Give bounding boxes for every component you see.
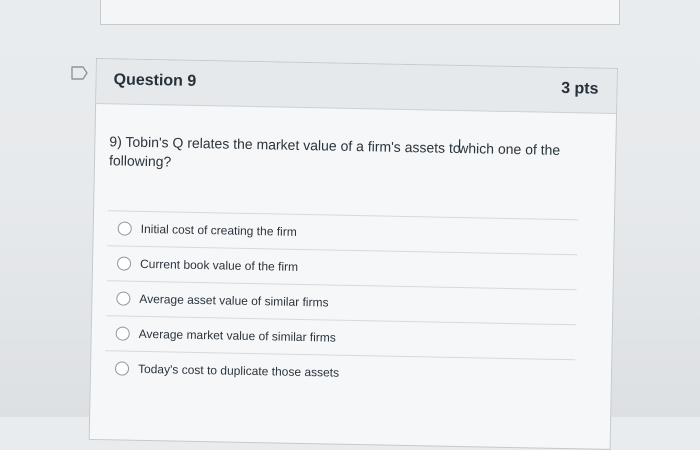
radio-button[interactable] bbox=[117, 221, 132, 236]
radio-button[interactable] bbox=[114, 361, 130, 376]
question-title: Question 9 bbox=[113, 71, 197, 90]
radio-button[interactable] bbox=[115, 326, 130, 341]
answer-label[interactable]: Average market value of similar firms bbox=[139, 327, 336, 345]
answer-list: Initial cost of creating the firm Curren… bbox=[104, 210, 578, 395]
question-card: Question 9 3 pts 9) Tobin's Q relates th… bbox=[88, 58, 618, 450]
radio-button[interactable] bbox=[116, 256, 132, 271]
radio-button[interactable] bbox=[116, 291, 131, 306]
answer-label[interactable]: Average asset value of similar firms bbox=[139, 292, 328, 310]
answer-label[interactable]: Today's cost to duplicate those assets bbox=[138, 362, 339, 380]
question-points: 3 pts bbox=[560, 79, 599, 98]
question-text: 9) Tobin's Q relates the market value of… bbox=[109, 128, 576, 179]
flag-question-icon[interactable] bbox=[71, 66, 89, 80]
answer-label[interactable]: Initial cost of creating the firm bbox=[141, 222, 297, 239]
question-body: 9) Tobin's Q relates the market value of… bbox=[91, 104, 616, 395]
answer-label[interactable]: Current book value of the firm bbox=[140, 257, 298, 274]
previous-question-card bbox=[100, 0, 620, 25]
